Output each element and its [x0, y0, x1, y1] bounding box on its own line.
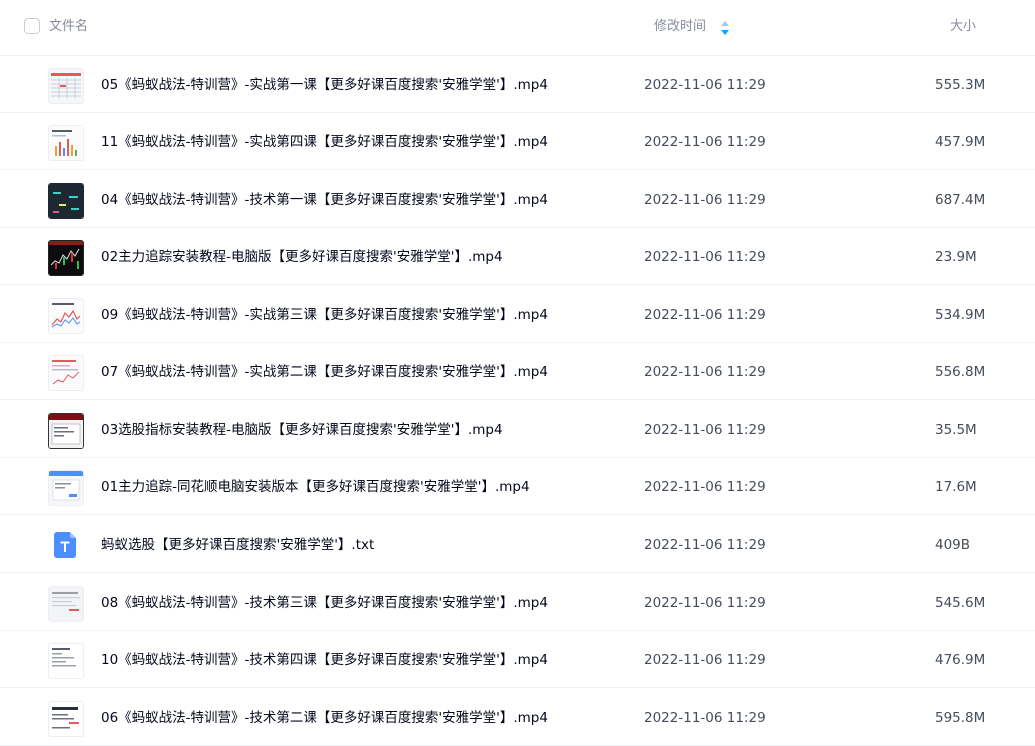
file-size: 409B [935, 537, 971, 553]
file-size: 595.8M [935, 710, 986, 726]
column-header-size[interactable]: 大小 [950, 19, 976, 35]
file-time: 2022-11-06 11:29 [644, 479, 766, 495]
file-size: 35.5M [935, 422, 977, 438]
file-row[interactable]: 05《蚂蚁战法-特训营》-实战第一课【更多好课百度搜索'安雅学堂'】.mp4 2… [0, 56, 1035, 113]
file-name[interactable]: 蚂蚁选股【更多好课百度搜索'安雅学堂'】.txt [101, 536, 374, 554]
file-time: 2022-11-06 11:29 [644, 595, 766, 611]
file-row[interactable]: 07《蚂蚁战法-特训营》-实战第二课【更多好课百度搜索'安雅学堂'】.mp4 2… [0, 343, 1035, 400]
file-row[interactable]: 蚂蚁选股【更多好课百度搜索'安雅学堂'】.txt 2022-11-06 11:2… [0, 516, 1035, 573]
file-row[interactable]: 10《蚂蚁战法-特训营》-技术第四课【更多好课百度搜索'安雅学堂'】.mp4 2… [0, 631, 1035, 688]
file-name[interactable]: 10《蚂蚁战法-特训营》-技术第四课【更多好课百度搜索'安雅学堂'】.mp4 [101, 651, 548, 669]
video-thumbnail-icon [48, 643, 84, 679]
file-time: 2022-11-06 11:29 [644, 364, 766, 380]
file-name[interactable]: 04《蚂蚁战法-特训营》-技术第一课【更多好课百度搜索'安雅学堂'】.mp4 [101, 191, 548, 209]
file-name[interactable]: 09《蚂蚁战法-特训营》-实战第三课【更多好课百度搜索'安雅学堂'】.mp4 [101, 306, 548, 324]
video-thumbnail-icon [48, 413, 84, 449]
column-header-name[interactable]: 文件名 [49, 19, 88, 35]
file-time: 2022-11-06 11:29 [644, 307, 766, 323]
file-row[interactable]: 01主力追踪-同花顺电脑安装版本【更多好课百度搜索'安雅学堂'】.mp4 202… [0, 458, 1035, 515]
file-name[interactable]: 05《蚂蚁战法-特训营》-实战第一课【更多好课百度搜索'安雅学堂'】.mp4 [101, 76, 548, 94]
file-size: 534.9M [935, 307, 986, 323]
file-name[interactable]: 03选股指标安装教程-电脑版【更多好课百度搜索'安雅学堂'】.mp4 [101, 421, 503, 439]
file-row[interactable]: 09《蚂蚁战法-特训营》-实战第三课【更多好课百度搜索'安雅学堂'】.mp4 2… [0, 286, 1035, 343]
file-size: 687.4M [935, 192, 986, 208]
file-time: 2022-11-06 11:29 [644, 134, 766, 150]
file-time: 2022-11-06 11:29 [644, 537, 766, 553]
file-size: 23.9M [935, 249, 977, 265]
file-name[interactable]: 06《蚂蚁战法-特训营》-技术第二课【更多好课百度搜索'安雅学堂'】.mp4 [101, 709, 548, 727]
video-thumbnail-icon [48, 470, 84, 506]
video-thumbnail-icon [48, 355, 84, 391]
video-thumbnail-icon [48, 298, 84, 334]
file-name[interactable]: 08《蚂蚁战法-特训营》-技术第三课【更多好课百度搜索'安雅学堂'】.mp4 [101, 594, 548, 612]
file-row[interactable]: 06《蚂蚁战法-特训营》-技术第二课【更多好课百度搜索'安雅学堂'】.mp4 2… [0, 689, 1035, 746]
video-thumbnail-icon [48, 240, 84, 276]
file-size: 476.9M [935, 652, 986, 668]
video-thumbnail-icon [48, 183, 84, 219]
file-size: 555.3M [935, 77, 986, 93]
file-name[interactable]: 11《蚂蚁战法-特训营》-实战第四课【更多好课百度搜索'安雅学堂'】.mp4 [101, 133, 548, 151]
video-thumbnail-icon [48, 68, 84, 104]
file-time: 2022-11-06 11:29 [644, 652, 766, 668]
file-name[interactable]: 02主力追踪安装教程-电脑版【更多好课百度搜索'安雅学堂'】.mp4 [101, 248, 503, 266]
file-row[interactable]: 04《蚂蚁战法-特训营》-技术第一课【更多好课百度搜索'安雅学堂'】.mp4 2… [0, 171, 1035, 228]
file-row[interactable]: 03选股指标安装教程-电脑版【更多好课百度搜索'安雅学堂'】.mp4 2022-… [0, 401, 1035, 458]
file-size: 457.9M [935, 134, 986, 150]
video-thumbnail-icon [48, 586, 84, 622]
file-time: 2022-11-06 11:29 [644, 192, 766, 208]
video-thumbnail-icon [48, 701, 84, 737]
file-name[interactable]: 01主力追踪-同花顺电脑安装版本【更多好课百度搜索'安雅学堂'】.mp4 [101, 478, 530, 496]
file-size: 545.6M [935, 595, 986, 611]
file-size: 17.6M [935, 479, 977, 495]
file-size: 556.8M [935, 364, 986, 380]
txt-file-icon [54, 532, 76, 558]
file-time: 2022-11-06 11:29 [644, 422, 766, 438]
sort-icon[interactable] [720, 20, 730, 36]
select-all-checkbox[interactable] [24, 18, 40, 34]
file-time: 2022-11-06 11:29 [644, 249, 766, 265]
column-header-time[interactable]: 修改时间 [654, 19, 706, 35]
file-row[interactable]: 08《蚂蚁战法-特训营》-技术第三课【更多好课百度搜索'安雅学堂'】.mp4 2… [0, 574, 1035, 631]
file-time: 2022-11-06 11:29 [644, 77, 766, 93]
video-thumbnail-icon [48, 125, 84, 161]
file-row[interactable]: 02主力追踪安装教程-电脑版【更多好课百度搜索'安雅学堂'】.mp4 2022-… [0, 228, 1035, 285]
file-time: 2022-11-06 11:29 [644, 710, 766, 726]
file-name[interactable]: 07《蚂蚁战法-特训营》-实战第二课【更多好课百度搜索'安雅学堂'】.mp4 [101, 363, 548, 381]
file-row[interactable]: 11《蚂蚁战法-特训营》-实战第四课【更多好课百度搜索'安雅学堂'】.mp4 2… [0, 113, 1035, 170]
file-list-header: 文件名 修改时间 大小 [0, 0, 1035, 56]
